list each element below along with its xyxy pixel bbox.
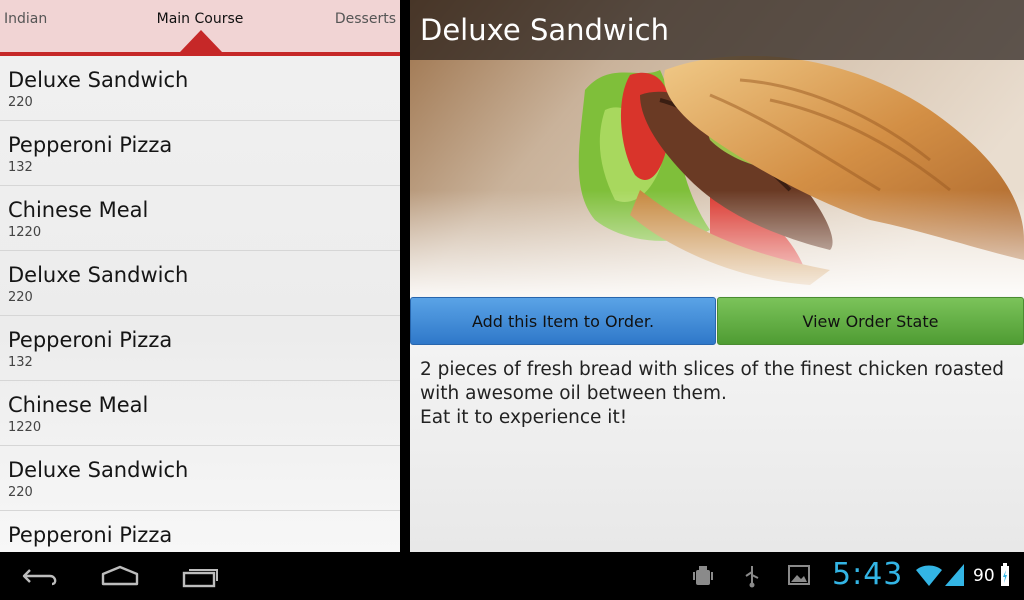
- recent-apps-icon[interactable]: [182, 564, 220, 592]
- list-item[interactable]: Pepperoni Pizza: [0, 511, 400, 552]
- item-title: Deluxe Sandwich: [420, 13, 670, 47]
- item-name: Chinese Meal: [8, 393, 149, 417]
- item-price: 132: [8, 355, 33, 370]
- signal-icon: [944, 562, 966, 592]
- item-price: 220: [8, 95, 33, 110]
- back-icon[interactable]: [22, 564, 60, 592]
- list-item[interactable]: Chinese Meal 1220: [0, 381, 400, 446]
- photo-fade: [410, 190, 1024, 296]
- menu-pane: Indian Main Course Desserts Deluxe Sandw…: [0, 0, 400, 552]
- list-item[interactable]: Pepperoni Pizza 132: [0, 121, 400, 186]
- item-name: Pepperoni Pizza: [8, 328, 173, 352]
- view-order-state-button[interactable]: View Order State: [717, 297, 1024, 345]
- menu-list: Deluxe Sandwich 220 Pepperoni Pizza 132 …: [0, 56, 400, 552]
- home-icon[interactable]: [100, 564, 140, 592]
- list-item[interactable]: Pepperoni Pizza 132: [0, 316, 400, 381]
- category-tabs: Indian Main Course Desserts: [0, 0, 400, 56]
- android-debug-icon: [692, 564, 714, 592]
- status-clock: 5:43: [832, 557, 904, 592]
- item-price: 220: [8, 485, 33, 500]
- tab-desserts[interactable]: Desserts: [335, 11, 396, 27]
- image-notification-icon: [788, 564, 810, 590]
- list-item[interactable]: Deluxe Sandwich 220: [0, 56, 400, 121]
- action-buttons: Add this Item to Order. View Order State: [410, 297, 1024, 345]
- battery-level: 90: [973, 566, 995, 586]
- item-price: 132: [8, 160, 33, 175]
- add-to-order-button[interactable]: Add this Item to Order.: [410, 297, 716, 345]
- item-name: Deluxe Sandwich: [8, 68, 189, 92]
- usb-icon: [742, 564, 762, 592]
- pane-divider: [400, 0, 410, 552]
- title-bar: Deluxe Sandwich: [410, 0, 1024, 60]
- item-price: 1220: [8, 420, 42, 435]
- detail-pane: Deluxe Sandwich Add this Item to Order. …: [410, 0, 1024, 552]
- item-name: Deluxe Sandwich: [8, 263, 189, 287]
- app-window: Indian Main Course Desserts Deluxe Sandw…: [0, 0, 1024, 600]
- list-item[interactable]: Deluxe Sandwich 220: [0, 251, 400, 316]
- item-description: 2 pieces of fresh bread with slices of t…: [420, 359, 1005, 428]
- item-name: Pepperoni Pizza: [8, 133, 173, 157]
- item-name: Deluxe Sandwich: [8, 458, 189, 482]
- item-name: Chinese Meal: [8, 198, 149, 222]
- list-item[interactable]: Chinese Meal 1220: [0, 186, 400, 251]
- item-name: Pepperoni Pizza: [8, 523, 173, 547]
- item-price: 220: [8, 290, 33, 305]
- list-item[interactable]: Deluxe Sandwich 220: [0, 446, 400, 511]
- system-navigation-bar: 5:43 90: [0, 552, 1024, 600]
- item-price: 1220: [8, 225, 42, 240]
- battery-icon: [1000, 562, 1010, 592]
- active-tab-indicator: [180, 30, 222, 52]
- wifi-icon: [915, 562, 943, 592]
- food-photo: Deluxe Sandwich: [410, 0, 1024, 296]
